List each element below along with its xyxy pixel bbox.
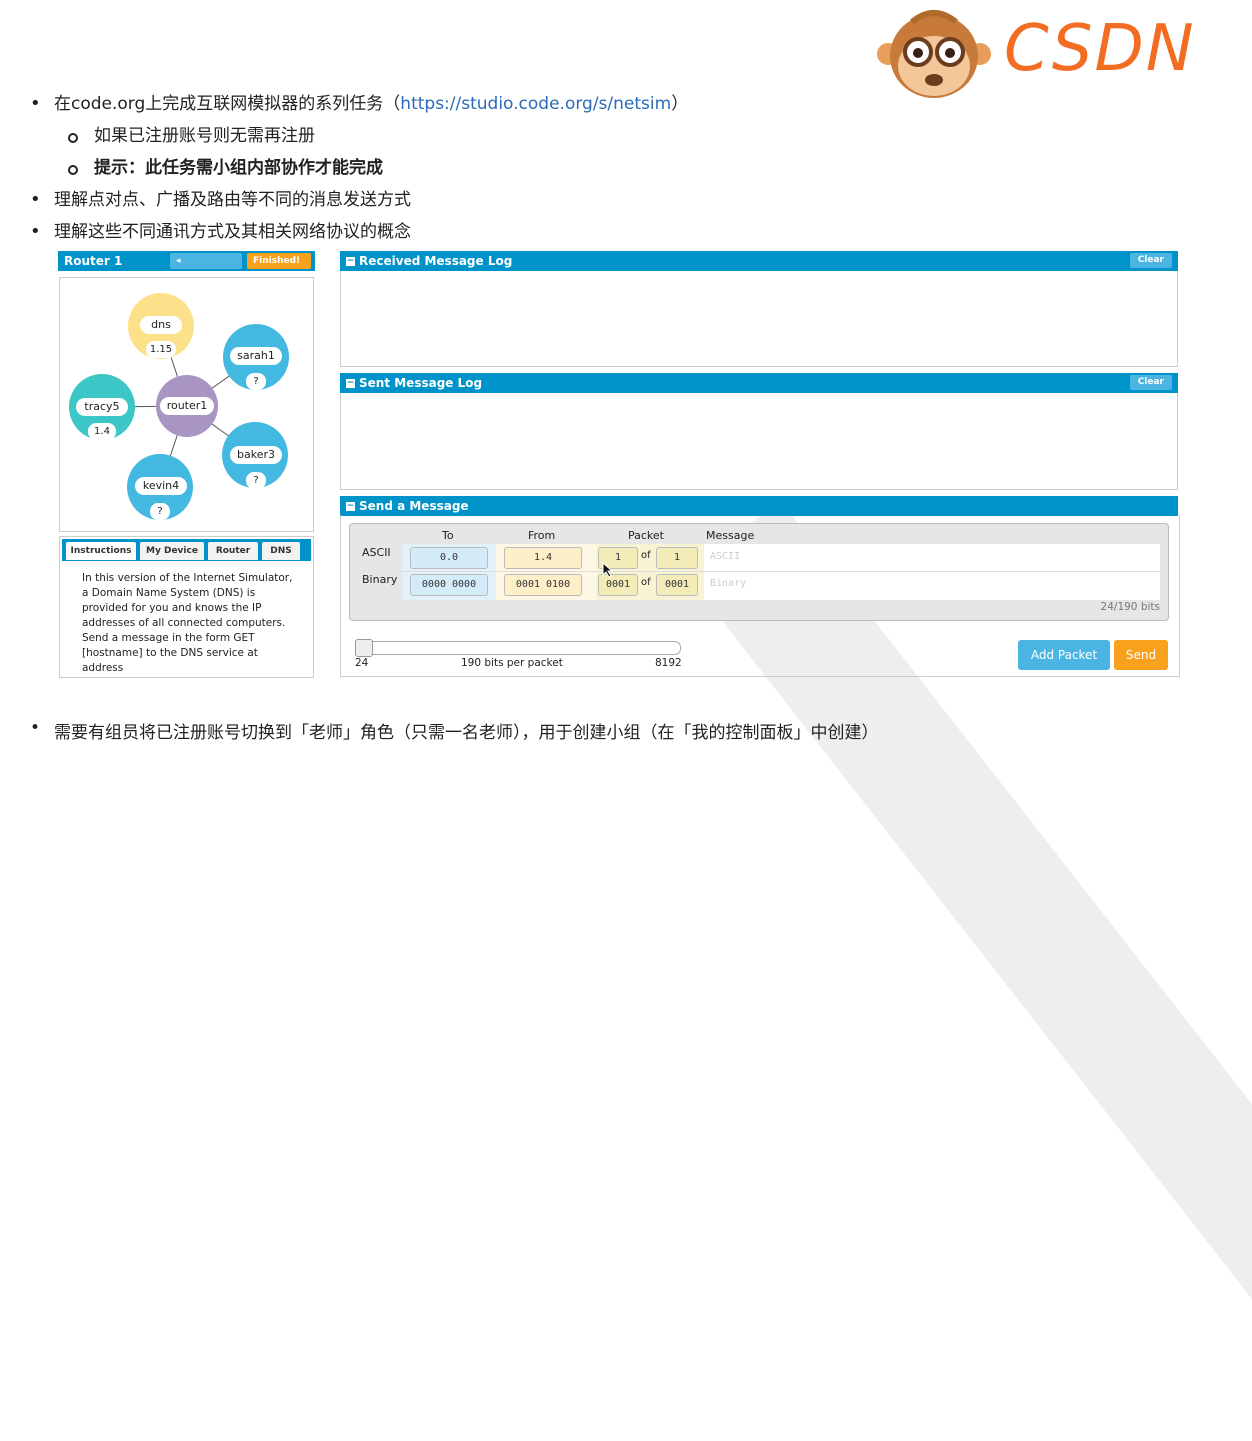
instructions-text: In this version of the Internet Simulato… xyxy=(82,572,293,674)
bullet-text: 在code.org上完成互联网模拟器的系列任务（ xyxy=(54,94,401,114)
sub-bullet-item-hint: 提示：此任务需小组内部协作才能完成 xyxy=(30,152,688,184)
from-ascii-field[interactable]: 1.4 xyxy=(504,547,582,569)
bullet-item: 在code.org上完成互联网模拟器的系列任务（https://studio.c… xyxy=(30,88,688,120)
mouse-cursor-icon xyxy=(602,562,614,578)
dns-address: 1.15 xyxy=(146,341,176,358)
bullet-item: 需要有组员将已注册账号切换到「老师」角色（只需一名老师），用于创建小组（在「我的… xyxy=(30,718,879,743)
send-button[interactable]: Send xyxy=(1114,640,1168,670)
col-packet: Packet xyxy=(628,529,664,542)
router-title: Router 1 xyxy=(64,254,123,268)
sent-log-area xyxy=(340,393,1178,490)
add-packet-button[interactable]: Add Packet xyxy=(1018,640,1110,670)
sent-log-title: Sent Message Log xyxy=(359,376,483,390)
sub-bullet-item: 如果已注册账号则无需再注册 xyxy=(30,120,688,152)
dns-label: dns xyxy=(140,316,182,334)
received-log-title: Received Message Log xyxy=(359,254,513,268)
minus-icon[interactable]: − xyxy=(346,502,355,511)
csdn-logo: CSDN xyxy=(874,4,1204,104)
col-from: From xyxy=(528,529,556,542)
slider-handle[interactable] xyxy=(355,639,373,657)
row-ascii: ASCII xyxy=(362,546,391,559)
slider-min: 24 xyxy=(355,657,369,669)
left-column: Router 1 ◂ Disconnect Finished! ▸ dns 1.… xyxy=(58,251,315,678)
bits-count: 24/190 bits xyxy=(1100,601,1160,613)
tab-instructions[interactable]: Instructions xyxy=(66,542,136,560)
finished-button[interactable]: Finished! ▸ xyxy=(247,253,311,282)
sent-clear-button[interactable]: Clear xyxy=(1129,375,1172,390)
to-ascii-field[interactable]: 0.0 xyxy=(410,547,488,569)
kevin-label: kevin4 xyxy=(135,477,187,495)
message-ascii-field[interactable]: ASCII xyxy=(710,551,740,562)
packet-size-slider[interactable] xyxy=(355,639,681,657)
bullet-item: 理解这些不同通讯方式及其相关网络协议的概念 xyxy=(30,216,688,248)
send-message-area: To From Packet Message ASCII Binary 0.0 … xyxy=(340,515,1180,677)
csdn-logo-text: CSDN xyxy=(1004,12,1196,86)
tracy-address: 1.4 xyxy=(88,423,116,440)
tab-dns[interactable]: DNS xyxy=(262,542,300,560)
netsim-panel: Router 1 ◂ Disconnect Finished! ▸ dns 1.… xyxy=(58,251,1180,678)
of-label: of xyxy=(641,577,651,588)
received-clear-button[interactable]: Clear xyxy=(1129,253,1172,268)
netsim-link[interactable]: https://studio.code.org/s/netsim xyxy=(400,94,671,114)
bullet-text: ） xyxy=(671,94,689,114)
received-log-header: − Received Message Log Clear xyxy=(340,251,1178,271)
router-header: Router 1 ◂ Disconnect Finished! ▸ xyxy=(58,251,315,282)
minus-icon[interactable]: − xyxy=(346,379,355,388)
minus-icon[interactable]: − xyxy=(346,257,355,266)
tracy-label: tracy5 xyxy=(76,398,128,416)
tab-my-device[interactable]: My Device xyxy=(140,542,204,560)
info-tabs-panel: Instructions My Device Router DNS In thi… xyxy=(59,536,314,678)
right-column: − Received Message Log Clear − Sent Messag… xyxy=(340,251,1180,677)
sent-log-header: − Sent Message Log Clear xyxy=(340,373,1178,393)
network-graph: dns 1.15 sarah1 ? tracy5 1.4 router1 bak… xyxy=(59,277,314,532)
col-to: To xyxy=(442,529,454,542)
sarah-address: ? xyxy=(246,373,266,390)
sarah-label: sarah1 xyxy=(230,347,282,365)
to-binary-field[interactable]: 0000 0000 xyxy=(410,574,488,596)
bullet-item: 理解点对点、广播及路由等不同的消息发送方式 xyxy=(30,184,688,216)
received-log-area xyxy=(340,271,1178,367)
slider-max: 8192 xyxy=(655,657,682,669)
slider-label: 190 bits per packet xyxy=(461,657,563,669)
from-binary-field[interactable]: 0001 0100 xyxy=(504,574,582,596)
baker-label: baker3 xyxy=(230,446,282,464)
baker-address: ? xyxy=(246,472,266,489)
row-divider xyxy=(402,571,1160,572)
tab-bar: Instructions My Device Router DNS xyxy=(62,539,311,561)
kevin-address: ? xyxy=(150,503,170,520)
monkey-logo-icon xyxy=(877,10,991,98)
row-binary: Binary xyxy=(362,573,398,586)
send-message-title: Send a Message xyxy=(359,499,469,513)
of-label: of xyxy=(641,550,651,561)
disconnect-button[interactable]: ◂ Disconnect xyxy=(170,253,242,282)
tab-router[interactable]: Router xyxy=(208,542,258,560)
router-label: router1 xyxy=(160,397,214,415)
packet-total-binary: 0001 xyxy=(656,574,698,596)
bullet-list: 在code.org上完成互联网模拟器的系列任务（https://studio.c… xyxy=(30,88,688,248)
message-binary-field[interactable]: Binary xyxy=(710,578,746,589)
col-message: Message xyxy=(706,529,755,542)
send-message-header: − Send a Message xyxy=(340,496,1178,516)
packet-total-ascii: 1 xyxy=(656,547,698,569)
packet-editor: To From Packet Message ASCII Binary 0.0 … xyxy=(349,523,1169,621)
